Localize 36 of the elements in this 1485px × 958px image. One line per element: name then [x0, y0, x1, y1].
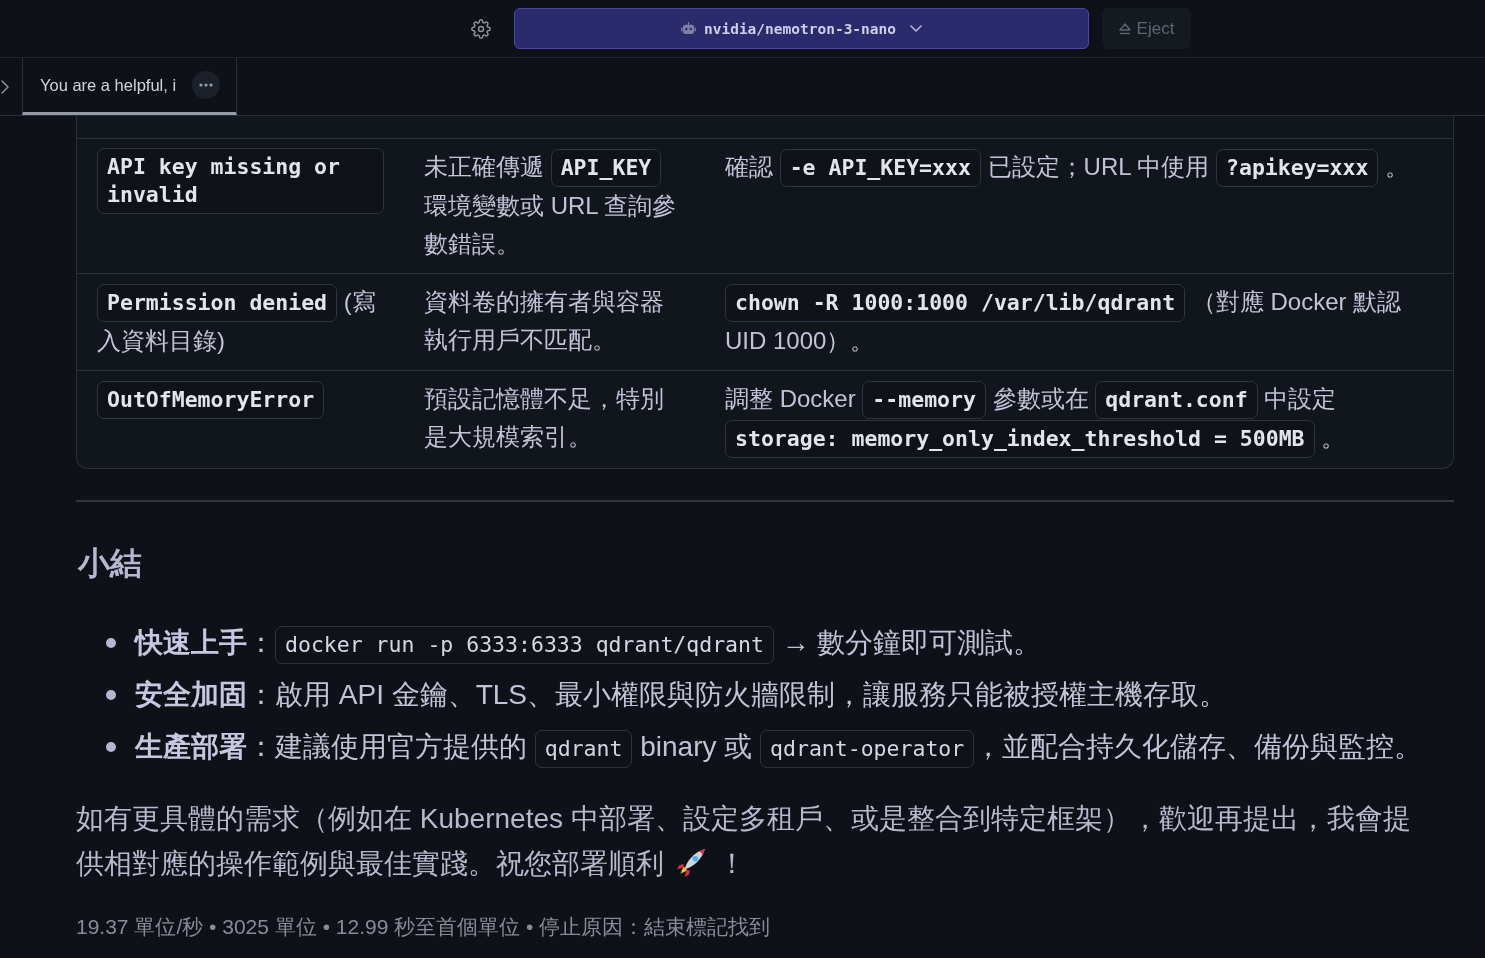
inline-code: qdrant	[534, 730, 633, 768]
table-cell-text: 預設記憶體不足，特別是大規模索引。	[423, 384, 665, 452]
inline-code: chown -R 1000:1000 /var/lib/qdrant	[725, 284, 1186, 322]
bullet-item: 快速上手： docker run -p 6333:6333 qdrant/qdrant → 數分鐘即可測試。	[135, 617, 1042, 669]
inline-code: API key missing or invalid	[97, 148, 384, 214]
closing-paragraph: 如有更具體的需求（例如在 Kubernetes 中部署、設定多租戶、或是整合到特定框架），歡迎再提出，我會提供相對應的操作範例與最佳實踐。祝您部署順利 ！	[76, 802, 1412, 881]
robot-icon	[680, 22, 696, 35]
chevron-down-icon	[910, 25, 923, 32]
generation-stats: 19.37 單位/秒 • 3025 單位 • 12.99 秒至首個單位 • 停止原因：結束標記找到	[76, 914, 772, 940]
bullet-icon	[106, 742, 116, 752]
eject-icon	[1118, 22, 1131, 35]
inline-code: qdrant.conf	[1095, 381, 1258, 419]
bullet-icon	[106, 638, 116, 648]
more-button[interactable]	[192, 71, 220, 99]
inline-code: Permission denied	[97, 284, 338, 322]
inline-code: qdrant-operator	[760, 730, 975, 768]
bullet-item: 生產部署：建議使用官方提供的 qdrant binary 或 qdrant-operator ，並配合持久化儲存、備份與監控。	[135, 721, 1423, 773]
table-cell-text: 資料卷的擁有者與容器執行用戶不匹配。	[423, 287, 665, 355]
bullet-icon	[106, 690, 116, 700]
inline-code: ?apikey=xxx	[1216, 149, 1379, 187]
model-selector[interactable]: nvidia/nemotron-3-nano	[514, 8, 1089, 49]
inline-code: storage: memory_only_index_threshold = 500MB	[725, 420, 1315, 458]
rocket-icon	[676, 847, 706, 878]
section-heading: 小結	[78, 544, 143, 583]
inline-code: docker run -p 6333:6333 qdrant/qdrant	[275, 626, 774, 664]
more-icon	[199, 83, 213, 87]
table-cell: 確認 -e API_KEY=xxx 已設定；URL 中使用 ?apikey=xxx 。	[705, 139, 1453, 273]
inline-code: OutOfMemoryError	[97, 381, 325, 419]
inline-code: -e API_KEY=xxx	[779, 149, 981, 187]
inline-code: --memory	[862, 381, 986, 419]
table-cell: 調整 Docker --memory 參數或在 qdrant.conf 中設定 storage: memory_only_index_threshold = 500MB 。	[705, 371, 1453, 468]
inline-code: API_KEY	[550, 149, 662, 187]
table-cell: Permission denied (寫入資料目錄)	[77, 274, 404, 370]
table-cell: chown -R 1000:1000 /var/lib/qdrant （對應 Docker 默認 UID 1000）。	[705, 274, 1453, 370]
bullet-item: 安全加固：啟用 API 金鑰、TLS、最小權限與防火牆限制，讓服務只能被授權主機存取。	[135, 678, 1228, 712]
table-cell: 未正確傳遞 API_KEY 環境變數或 URL 查詢參數錯誤。	[404, 139, 705, 273]
